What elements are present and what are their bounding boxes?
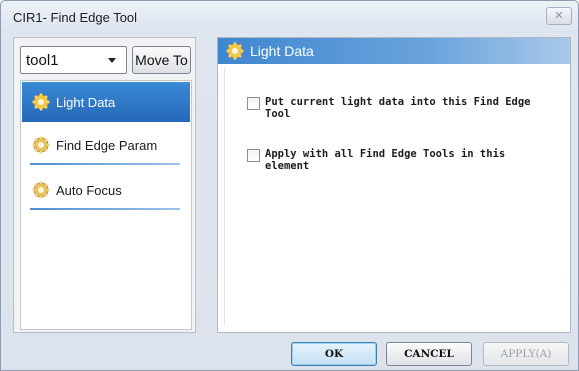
nav-item-find-edge-param[interactable]: Find Edge Param [22,125,190,165]
cancel-button[interactable]: CANCEL [386,342,472,366]
gear-icon [226,42,244,60]
right-panel: Light Data Put current light data into t… [217,37,571,333]
dialog-window: CIR1- Find Edge Tool ✕ tool1 Move To Lig… [0,0,579,371]
ok-button[interactable]: OK [291,342,377,366]
nav-item-auto-focus[interactable]: Auto Focus [22,170,190,210]
window-title: CIR1- Find Edge Tool [13,10,138,25]
gear-icon [32,93,50,111]
checkbox-label: Apply with all Find Edge Tools in this e… [265,148,506,172]
title-bar[interactable]: CIR1- Find Edge Tool ✕ [1,1,578,33]
panel-header: Light Data [218,38,570,64]
left-panel: tool1 Move To Light Data Find Edge Param… [13,37,196,333]
gear-icon [32,181,50,199]
checkbox[interactable] [247,97,260,110]
panel-title: Light Data [250,43,314,59]
nav-item-label: Light Data [56,95,116,110]
checkbox-label: Put current light data into this Find Ed… [265,96,531,120]
tool-select-value: tool1 [26,52,59,69]
checkbox[interactable] [247,149,260,162]
close-button[interactable]: ✕ [546,7,572,25]
move-to-button[interactable]: Move To [132,46,191,74]
chevron-down-icon [108,58,116,63]
panel-body: Put current light data into this Find Ed… [224,68,564,326]
nav-item-divider [30,208,180,210]
nav-item-light-data[interactable]: Light Data [22,82,190,122]
apply-button[interactable]: APPLY(A) [483,342,569,366]
gear-icon [32,136,50,154]
nav-item-label: Auto Focus [56,183,122,198]
nav-item-label: Find Edge Param [56,138,158,153]
tool-select[interactable]: tool1 [20,46,127,74]
nav-item-divider [30,163,180,165]
nav-list: Light Data Find Edge Param Auto Focus [20,80,192,330]
